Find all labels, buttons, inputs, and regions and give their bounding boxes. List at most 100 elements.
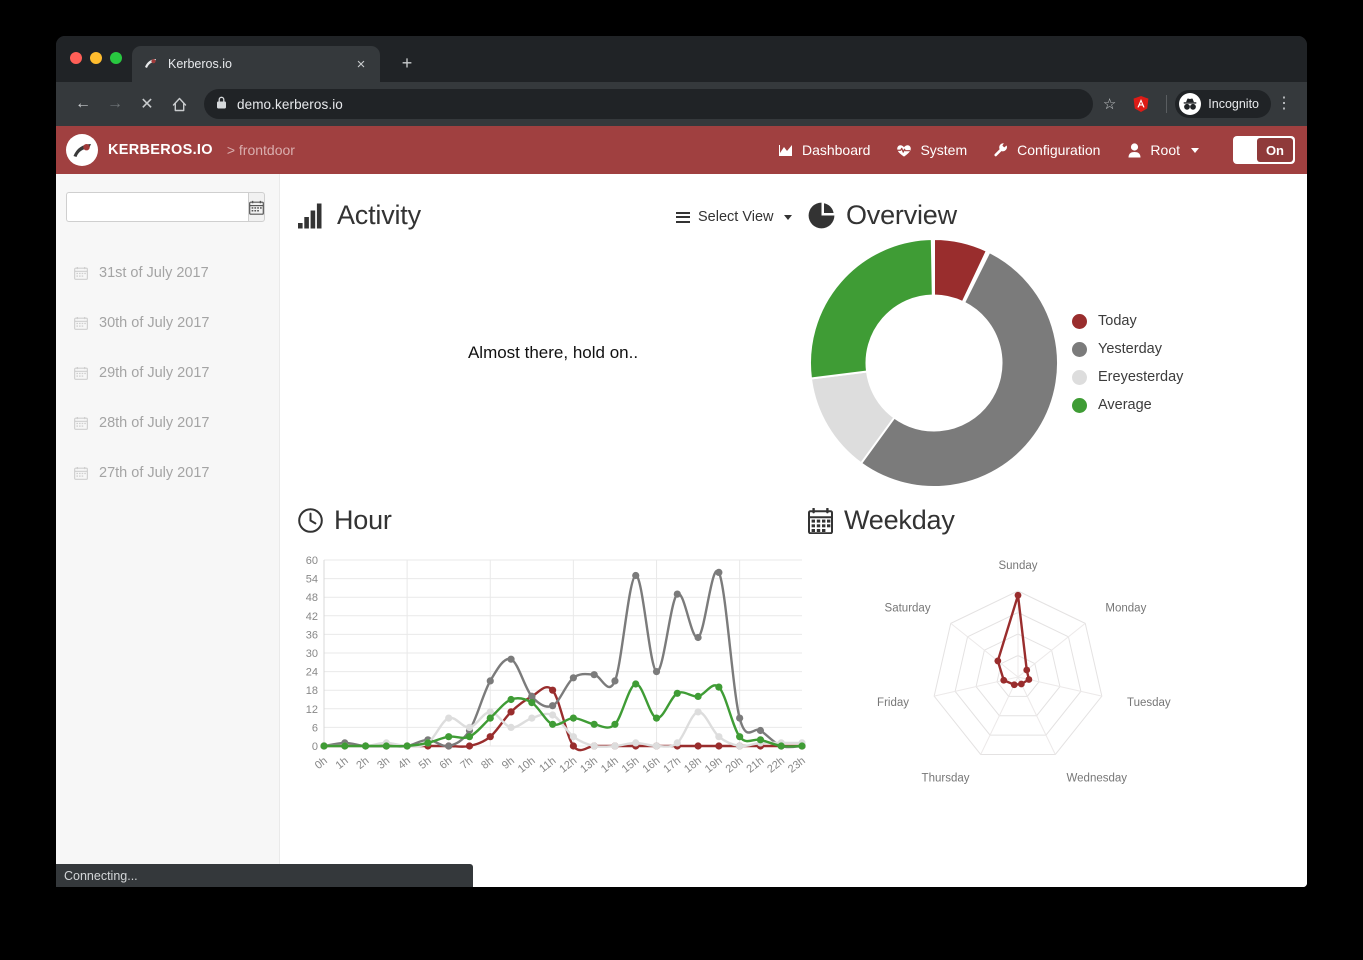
nav-item-root[interactable]: Root xyxy=(1126,142,1199,158)
date-label: 31st of July 2017 xyxy=(99,265,209,281)
browser-tabstrip: Kerberos.io × + xyxy=(56,36,1307,82)
toolbar-divider xyxy=(1166,95,1168,113)
svg-text:48: 48 xyxy=(306,592,318,604)
app-navbar: KERBEROS.IO > frontdoor Dashboard System… xyxy=(56,126,1307,174)
legend-swatch-average xyxy=(1072,397,1087,413)
brand-subtitle: > frontdoor xyxy=(226,142,295,158)
bookmark-star-icon[interactable]: ☆ xyxy=(1103,95,1116,113)
svg-text:23h: 23h xyxy=(786,755,808,776)
close-window-button[interactable] xyxy=(70,52,82,64)
profile-label: Incognito xyxy=(1208,97,1259,111)
calendar-icon xyxy=(74,316,89,330)
svg-text:6: 6 xyxy=(312,722,318,734)
calendar-icon xyxy=(74,416,89,430)
power-toggle[interactable]: On xyxy=(1233,136,1295,164)
svg-text:5h: 5h xyxy=(417,755,434,772)
back-icon[interactable]: ← xyxy=(68,89,98,119)
date-label: 27th of July 2017 xyxy=(99,465,210,481)
tab-title: Kerberos.io xyxy=(168,57,232,71)
chevron-down-icon xyxy=(783,214,792,220)
chart-area-icon xyxy=(778,142,794,158)
clock-icon xyxy=(298,508,323,533)
angular-extension-icon[interactable] xyxy=(1132,95,1150,113)
svg-text:Friday: Friday xyxy=(877,697,909,709)
donut-chart[interactable] xyxy=(808,237,1060,489)
date-list-item[interactable]: 29th of July 2017 xyxy=(66,348,264,398)
close-tab-icon[interactable]: × xyxy=(352,55,370,73)
svg-text:19h: 19h xyxy=(703,755,725,776)
svg-text:12h: 12h xyxy=(557,755,579,776)
svg-text:20h: 20h xyxy=(724,755,746,776)
legend-swatch-yesterday xyxy=(1072,341,1087,357)
svg-text:18: 18 xyxy=(306,685,318,697)
hamburger-icon xyxy=(676,211,690,223)
weekday-header: Weekday xyxy=(808,505,1289,536)
desktop-background: Kerberos.io × + ← → ✕ demo.kerberos.io ☆ xyxy=(0,0,1363,960)
home-icon[interactable] xyxy=(164,89,194,119)
legend-item[interactable]: Average xyxy=(1072,391,1183,419)
legend-swatch-today xyxy=(1072,313,1087,329)
date-list-item[interactable]: 27th of July 2017 xyxy=(66,448,264,498)
svg-text:9h: 9h xyxy=(500,755,517,772)
nav-item-configuration[interactable]: Configuration xyxy=(993,142,1100,158)
calendar-icon[interactable] xyxy=(248,192,265,222)
incognito-icon xyxy=(1179,93,1202,115)
brand-link[interactable]: KERBEROS.IO > frontdoor xyxy=(66,134,295,166)
svg-text:12: 12 xyxy=(306,704,318,716)
svg-text:0: 0 xyxy=(312,741,318,753)
svg-text:Thursday: Thursday xyxy=(922,773,970,785)
nav-label: Configuration xyxy=(1017,142,1101,158)
date-input[interactable] xyxy=(66,192,248,222)
date-picker[interactable] xyxy=(66,192,265,222)
bottom-row: Hour 0 6 12 18 24 30 36 42 48 54 60 0h 1h 2h 3h 4h 5h 6h 7… xyxy=(280,489,1307,809)
calendar-grid-icon xyxy=(808,507,833,534)
kerberos-favicon-icon xyxy=(142,56,159,73)
brand-name: KERBEROS.IO xyxy=(108,142,213,158)
browser-toolbar: ← → ✕ demo.kerberos.io ☆ Incognito ⋮ xyxy=(56,82,1307,126)
nav-item-system[interactable]: System xyxy=(896,142,967,158)
window-controls[interactable] xyxy=(70,52,122,64)
svg-text:Sunday: Sunday xyxy=(998,560,1037,572)
stop-icon[interactable]: ✕ xyxy=(132,89,162,119)
sidebar: 31st of July 2017 30th of July 2017 29th… xyxy=(56,174,280,887)
date-list-item[interactable]: 28th of July 2017 xyxy=(66,398,264,448)
svg-text:3h: 3h xyxy=(375,755,392,772)
maximize-window-button[interactable] xyxy=(110,52,122,64)
svg-text:11h: 11h xyxy=(537,755,558,775)
hour-panel: Hour 0 6 12 18 24 30 36 42 48 54 60 0h 1h 2h 3h 4h 5h 6h 7… xyxy=(298,505,808,809)
select-view-label: Select View xyxy=(698,209,774,225)
weekday-title: Weekday xyxy=(844,505,955,535)
svg-text:22h: 22h xyxy=(765,755,787,776)
nav-item-dashboard[interactable]: Dashboard xyxy=(778,142,870,158)
kerberos-logo-icon xyxy=(66,134,98,166)
browser-tab[interactable]: Kerberos.io × xyxy=(132,46,380,82)
hour-header: Hour xyxy=(298,505,808,536)
overview-panel: Overview Today Yesterday Ereyesterday Av… xyxy=(808,200,1289,489)
date-list-item[interactable]: 31st of July 2017 xyxy=(66,248,264,298)
legend-item[interactable]: Yesterday xyxy=(1072,335,1183,363)
legend-item[interactable]: Ereyesterday xyxy=(1072,363,1183,391)
svg-text:15h: 15h xyxy=(620,755,642,776)
svg-text:Tuesday: Tuesday xyxy=(1127,697,1171,709)
date-list-item[interactable]: 30th of July 2017 xyxy=(66,298,264,348)
incognito-profile-button[interactable]: Incognito xyxy=(1175,90,1271,118)
address-bar[interactable]: demo.kerberos.io xyxy=(204,89,1093,119)
svg-text:24: 24 xyxy=(306,667,318,679)
page-viewport: KERBEROS.IO > frontdoor Dashboard System… xyxy=(56,126,1307,887)
status-text: Connecting... xyxy=(64,868,138,883)
activity-loading-message: Almost there, hold on.. xyxy=(467,343,639,362)
select-view-dropdown[interactable]: Select View xyxy=(676,209,792,225)
svg-text:2h: 2h xyxy=(354,755,371,772)
weekday-radar-chart[interactable]: Sunday Monday Tuesday Wednesday Thursday Frid… xyxy=(808,544,1228,804)
svg-text:7h: 7h xyxy=(458,755,475,772)
hour-line-chart[interactable]: 0 6 12 18 24 30 36 42 48 54 60 0h 1h 2h 3h 4h 5h 6h 7h 8h 9h… xyxy=(294,554,808,794)
minimize-window-button[interactable] xyxy=(90,52,102,64)
svg-text:Wednesday: Wednesday xyxy=(1067,773,1128,785)
svg-text:1h: 1h xyxy=(334,755,351,772)
forward-icon[interactable]: → xyxy=(100,89,130,119)
svg-text:42: 42 xyxy=(306,611,318,623)
browser-menu-icon[interactable]: ⋮ xyxy=(1273,96,1295,112)
legend-item[interactable]: Today xyxy=(1072,307,1183,335)
new-tab-icon[interactable]: + xyxy=(396,52,418,74)
svg-text:14h: 14h xyxy=(599,755,621,776)
